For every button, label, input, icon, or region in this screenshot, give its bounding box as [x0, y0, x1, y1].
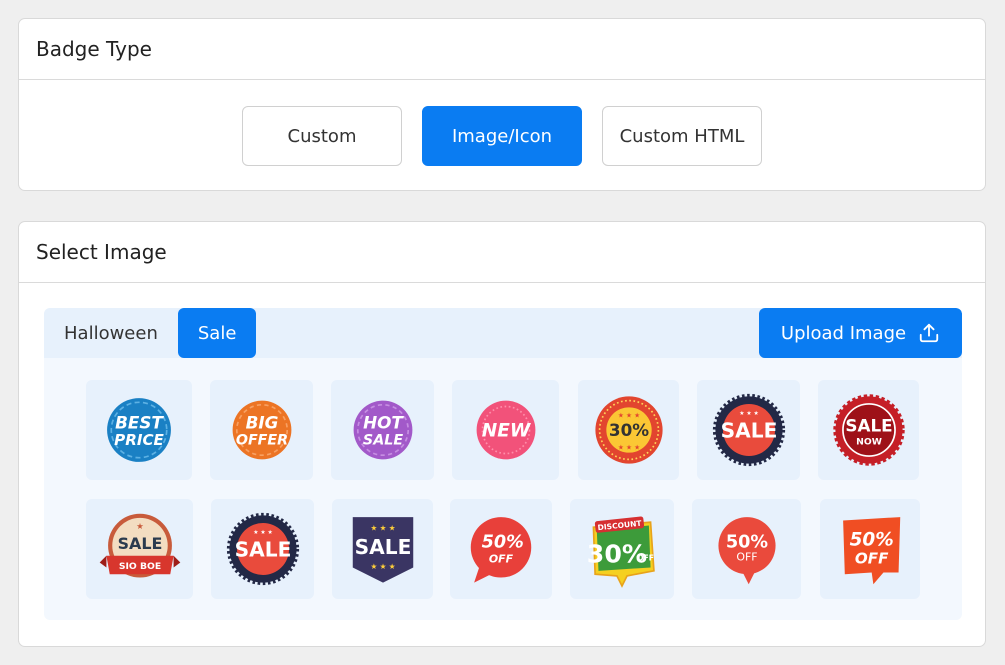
svg-text:OFFER: OFFER	[235, 432, 287, 448]
svg-text:HOT: HOT	[363, 412, 404, 432]
svg-text:SALE: SALE	[845, 416, 892, 436]
svg-text:SIO BOE: SIO BOE	[118, 561, 160, 572]
upload-image-label: Upload Image	[780, 322, 907, 344]
custom-html-type-button[interactable]: Custom HTML	[602, 106, 762, 166]
select-image-title: Select Image	[19, 222, 985, 283]
upload-image-button[interactable]: Upload Image	[759, 308, 962, 358]
svg-text:★ ★ ★: ★ ★ ★	[617, 411, 639, 419]
badge-type-card: Badge Type Custom Image/Icon Custom HTML	[18, 18, 986, 191]
discount-thirty-badge-icon: DISCOUNT 30% OFF	[587, 516, 655, 588]
image-icon-type-button[interactable]: Image/Icon	[422, 106, 582, 166]
category-tab-bar: Halloween Sale Upload Image	[44, 308, 962, 358]
svg-text:50%: 50%	[850, 530, 894, 551]
badge-50-off-round[interactable]: 50% OFF	[692, 499, 801, 599]
svg-text:SALE: SALE	[720, 419, 777, 443]
sale-seal-2-badge-icon: SALE ★ ★ ★	[226, 512, 299, 586]
svg-text:★: ★	[136, 521, 144, 531]
badge-big-offer[interactable]: BIG OFFER	[210, 380, 313, 480]
badge-new[interactable]: NEW	[452, 380, 559, 480]
badge-hot-sale[interactable]: HOT SALE	[331, 380, 434, 480]
svg-text:SALE: SALE	[354, 535, 411, 559]
svg-text:50%: 50%	[725, 532, 768, 552]
badge-50-off-tag[interactable]: 50% OFF	[820, 499, 920, 599]
tab-sale[interactable]: Sale	[177, 308, 257, 358]
svg-text:★ ★ ★: ★ ★ ★	[370, 524, 395, 533]
best-price-badge-icon: BEST PRICE	[107, 398, 171, 462]
badge-50-off-bubble[interactable]: 50% OFF	[450, 499, 552, 599]
svg-text:NOW: NOW	[856, 436, 882, 447]
fifty-off-tag-badge-icon: 50% OFF	[843, 517, 901, 585]
svg-text:BIG: BIG	[245, 412, 278, 432]
badge-sale-now[interactable]: SALE NOW	[818, 380, 919, 480]
badge-best-price[interactable]: BEST PRICE	[86, 380, 192, 480]
badge-type-options: Custom Image/Icon Custom HTML	[19, 106, 985, 166]
upload-icon	[919, 323, 939, 343]
badge-sale-shield[interactable]: ★ ★ ★ SALE ★ ★ ★	[332, 499, 433, 599]
image-gallery-panel: Halloween Sale Upload Image BEST PRICE B…	[44, 308, 962, 620]
svg-text:SALE: SALE	[117, 534, 162, 553]
tab-halloween[interactable]: Halloween	[44, 308, 178, 358]
svg-text:OFF: OFF	[637, 554, 654, 563]
badge-sale-seal[interactable]: SALE ★ ★ ★	[697, 380, 800, 480]
hot-sale-badge-icon: HOT SALE	[353, 400, 412, 460]
svg-text:30%: 30%	[608, 420, 648, 440]
sale-shield-badge-icon: ★ ★ ★ SALE ★ ★ ★	[352, 517, 413, 583]
sale-now-badge-icon: SALE NOW	[832, 394, 905, 466]
svg-text:OFF: OFF	[736, 551, 757, 564]
new-badge-icon: NEW	[476, 400, 535, 460]
fifty-off-bubble-badge-icon: 50% OFF	[470, 517, 532, 583]
svg-text:SALE: SALE	[234, 538, 291, 562]
badge-discount-30[interactable]: DISCOUNT 30% OFF	[570, 499, 674, 599]
svg-text:★ ★ ★: ★ ★ ★	[370, 562, 395, 571]
badge-type-title: Badge Type	[19, 19, 985, 80]
svg-text:OFF: OFF	[489, 552, 514, 565]
select-image-card: Select Image Halloween Sale Upload Image…	[18, 221, 986, 647]
big-offer-badge-icon: BIG OFFER	[232, 400, 291, 460]
svg-text:NEW: NEW	[481, 421, 531, 442]
thirty-percent-badge-icon: 30% ★ ★ ★ ★ ★ ★	[594, 396, 663, 464]
svg-text:50%: 50%	[482, 532, 524, 552]
sale-ribbon-badge-icon: ★ SALE SIO BOE	[99, 513, 180, 578]
custom-type-button[interactable]: Custom	[242, 106, 402, 166]
badge-30-percent[interactable]: 30% ★ ★ ★ ★ ★ ★	[578, 380, 679, 480]
fifty-off-round-badge-icon: 50% OFF	[717, 517, 776, 585]
svg-text:PRICE: PRICE	[114, 431, 164, 449]
svg-text:BEST: BEST	[115, 412, 164, 432]
svg-text:★ ★ ★: ★ ★ ★	[739, 410, 758, 417]
svg-text:OFF: OFF	[855, 549, 889, 567]
svg-text:SALE: SALE	[362, 432, 402, 448]
sale-seal-badge-icon: SALE ★ ★ ★	[712, 393, 785, 467]
badge-sale-seal-2[interactable]: SALE ★ ★ ★	[211, 499, 314, 599]
badge-sale-ribbon[interactable]: ★ SALE SIO BOE	[86, 499, 193, 599]
svg-text:★ ★ ★: ★ ★ ★	[617, 443, 639, 451]
svg-text:★ ★ ★: ★ ★ ★	[253, 529, 272, 536]
